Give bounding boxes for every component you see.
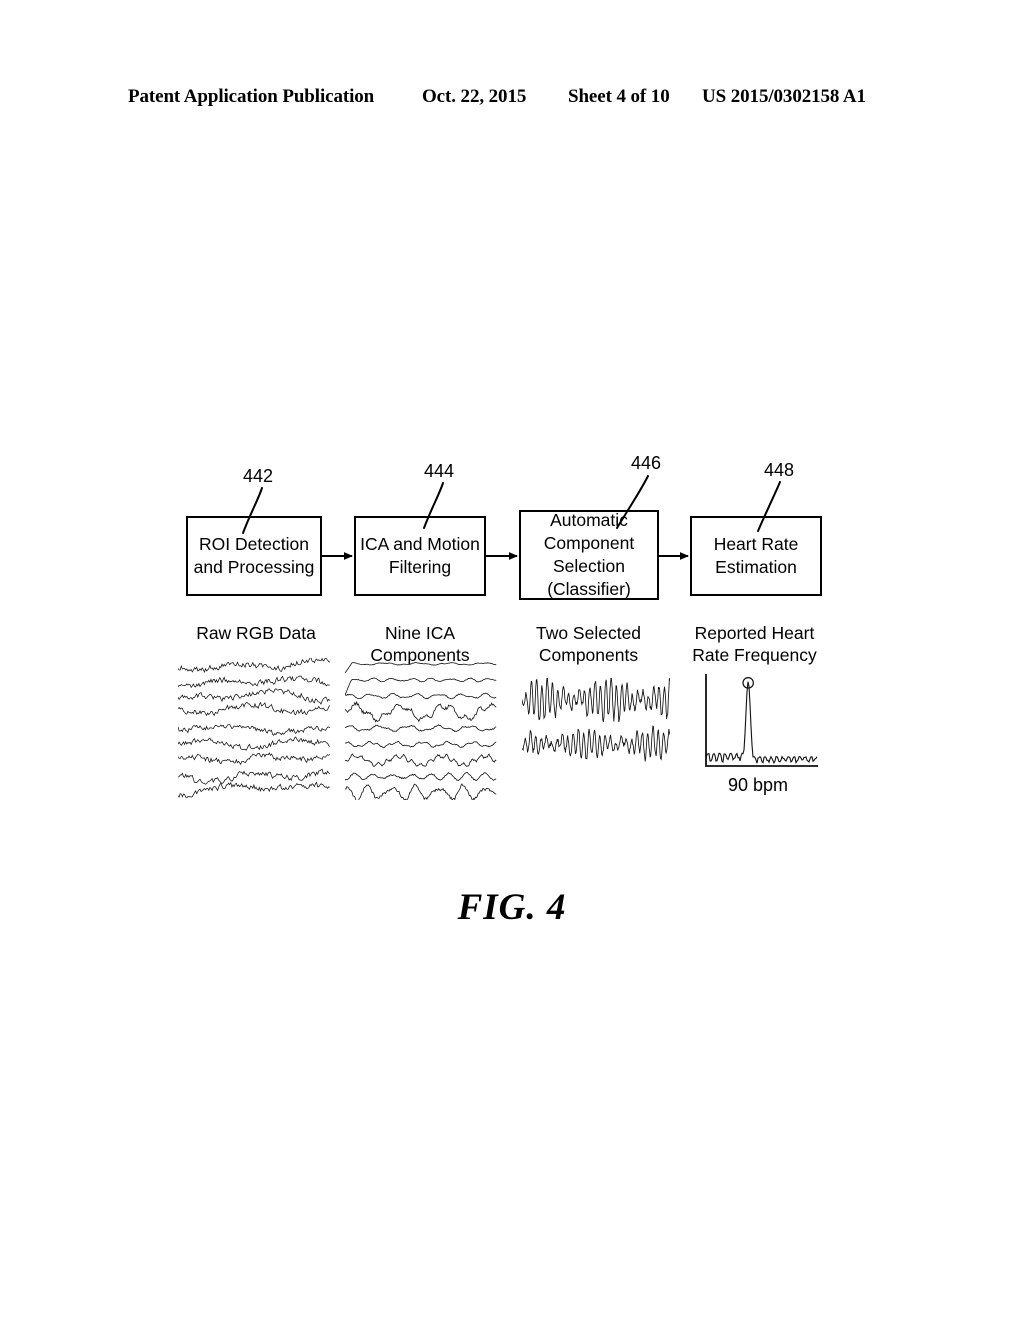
flow-arrows: [322, 552, 689, 560]
reference-numeral-446: 446: [631, 453, 662, 473]
process-box-automatic-component-selection: Automatic Component Selection (Classifie…: [519, 510, 659, 600]
panel-caption-reported-heart-rate-frequency: Reported Heart Rate Frequency: [682, 622, 827, 666]
box-448-line-1: Heart Rate: [713, 534, 799, 554]
cap-two-line-1: Two Selected: [535, 623, 642, 643]
panel-caption-two-selected-components: Two Selected Components: [516, 622, 661, 666]
box-444-line-2: Filtering: [388, 557, 452, 577]
cap-freq-line-2: Rate Frequency: [692, 645, 817, 665]
box-446-line-2: Component: [543, 533, 635, 553]
cap-two-line-2: Components: [538, 645, 639, 665]
reference-leader-lines: [242, 475, 781, 534]
cap-ica-line-1: Nine ICA: [384, 623, 456, 643]
box-442-line-1: ROI Detection: [199, 534, 309, 554]
process-box-heart-rate-estimation: Heart Rate Estimation: [690, 516, 822, 596]
reference-numeral-444: 444: [424, 461, 455, 481]
reference-numeral-442: 442: [243, 466, 274, 486]
box-446-line-1: Automatic: [550, 510, 628, 530]
chart-reported-heart-rate-frequency: [705, 674, 818, 767]
cap-raw-line-1: Raw RGB Data: [196, 623, 316, 643]
box-444-line-1: ICA and Motion: [360, 534, 480, 554]
chart-two-selected-components: [522, 678, 670, 762]
box-442-line-2: and Processing: [193, 557, 315, 577]
spectrum-peak-label: 90 bpm: [727, 775, 789, 795]
panel-caption-nine-ica-components: Nine ICA Components: [352, 622, 488, 666]
box-446-line-3: Selection: [553, 556, 625, 576]
chart-nine-ica-components: [345, 662, 497, 800]
reference-numeral-448: 448: [764, 460, 795, 480]
panel-caption-raw-rgb-data: Raw RGB Data: [186, 622, 326, 644]
box-448-line-2: Estimation: [715, 557, 797, 577]
process-box-roi-detection: ROI Detection and Processing: [186, 516, 322, 596]
process-box-ica-motion-filtering: ICA and Motion Filtering: [354, 516, 486, 596]
cap-freq-line-1: Reported Heart: [694, 623, 815, 643]
figure-4-diagram: 442 444 446 448 ROI Detection and Proces…: [0, 0, 1024, 1320]
box-446-line-4: (Classifier): [547, 579, 631, 599]
chart-raw-rgb-data: [178, 658, 330, 798]
cap-ica-line-2: Components: [370, 645, 470, 665]
figure-caption: FIG. 4: [457, 887, 567, 928]
